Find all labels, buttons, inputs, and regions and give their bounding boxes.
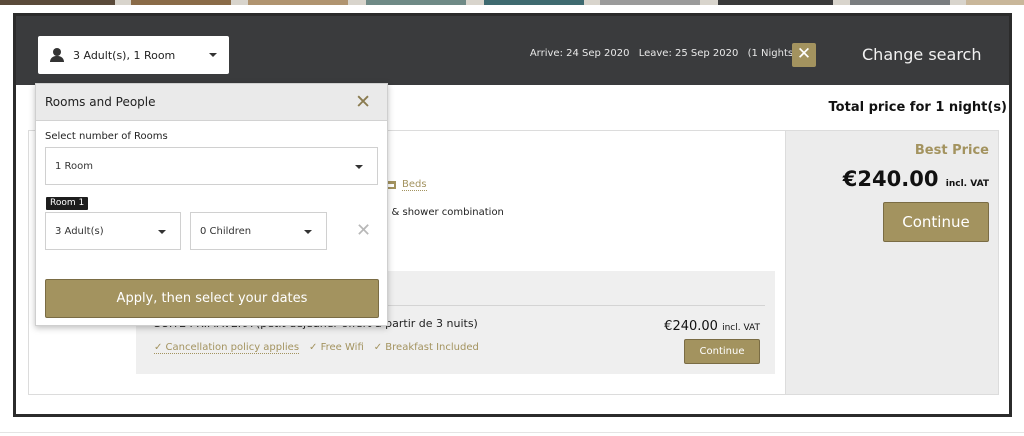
best-price-vat: incl. VAT	[945, 179, 989, 189]
chevron-down-icon	[355, 165, 363, 169]
guest-selector[interactable]: 3 Adult(s), 1 Room	[38, 36, 229, 74]
photo-strip	[0, 0, 1024, 5]
rooms-count-select[interactable]: 1 Room	[45, 147, 378, 185]
perk-wifi: ✓ Free Wifi	[309, 342, 364, 353]
leave-date: Leave: 25 Sep 2020	[638, 48, 739, 59]
popup-header: Rooms and People ✕	[36, 84, 387, 121]
continue-button[interactable]: Continue	[883, 202, 989, 242]
close-icon: ✕	[796, 44, 812, 64]
popup-title: Rooms and People	[45, 95, 156, 109]
close-icon[interactable]: ✕	[355, 91, 371, 113]
total-price-label: Total price for 1 night(s)	[828, 100, 1007, 115]
photo-thumb[interactable]	[966, 0, 1024, 5]
chevron-down-icon	[304, 230, 312, 234]
adults-select[interactable]: 3 Adult(s)	[45, 212, 181, 250]
photo-thumb[interactable]	[131, 0, 231, 5]
rate-price-vat: incl. VAT	[722, 323, 760, 333]
best-price-label: Best Price	[914, 143, 989, 158]
person-icon	[50, 48, 64, 62]
rate-continue-button[interactable]: Continue	[684, 339, 760, 364]
apply-button[interactable]: Apply, then select your dates	[45, 279, 379, 318]
best-price-amount: €240.00 incl. VAT	[843, 167, 989, 191]
photo-thumb[interactable]	[718, 0, 833, 5]
chevron-down-icon	[209, 53, 217, 57]
adults-value: 3 Adult(s)	[55, 225, 104, 237]
divider	[0, 432, 1024, 433]
photo-thumb[interactable]	[600, 0, 700, 5]
cancellation-policy-link[interactable]: ✓ Cancellation policy applies	[154, 342, 300, 354]
photo-thumb[interactable]	[850, 0, 950, 5]
bathroom-amenity: b & shower combination	[382, 207, 504, 218]
rate-price-value: €240.00	[664, 319, 718, 334]
clear-dates-button[interactable]: ✕	[792, 43, 816, 67]
rate-perks: ✓ Cancellation policy applies ✓ Free Wif…	[154, 342, 479, 354]
date-summary: Arrive: 24 Sep 2020 Leave: 25 Sep 2020 (…	[524, 48, 797, 59]
children-select[interactable]: 0 Children	[190, 212, 327, 250]
chevron-down-icon	[158, 230, 166, 234]
guest-selector-label: 3 Adult(s), 1 Room	[73, 48, 176, 62]
perk-breakfast: ✓ Breakfast Included	[373, 342, 479, 353]
rooms-people-popup: Rooms and People ✕ Select number of Room…	[35, 83, 388, 326]
photo-thumb[interactable]	[0, 0, 115, 5]
photo-thumb[interactable]	[484, 0, 584, 5]
rooms-count-label: Select number of Rooms	[45, 131, 168, 142]
children-value: 0 Children	[200, 225, 252, 237]
photo-thumb[interactable]	[366, 0, 466, 5]
photo-thumb[interactable]	[248, 0, 348, 5]
change-search-link[interactable]: Change search	[862, 45, 982, 64]
best-price-value: €240.00	[842, 167, 939, 191]
rate-price: €240.00 incl. VAT	[664, 319, 760, 334]
search-bar: 3 Adult(s), 1 Room Arrive: 24 Sep 2020 L…	[16, 16, 1009, 85]
room-badge: Room 1	[46, 197, 89, 210]
beds-label: Beds	[402, 179, 427, 191]
best-price-panel: Best Price €240.00 incl. VAT Continue	[785, 131, 998, 394]
remove-room-icon[interactable]: ✕	[356, 220, 371, 241]
nights-count: (1 Nights)	[747, 48, 797, 59]
rooms-count-value: 1 Room	[55, 160, 94, 172]
beds-info[interactable]: Beds	[385, 179, 427, 191]
arrive-date: Arrive: 24 Sep 2020	[529, 48, 630, 59]
